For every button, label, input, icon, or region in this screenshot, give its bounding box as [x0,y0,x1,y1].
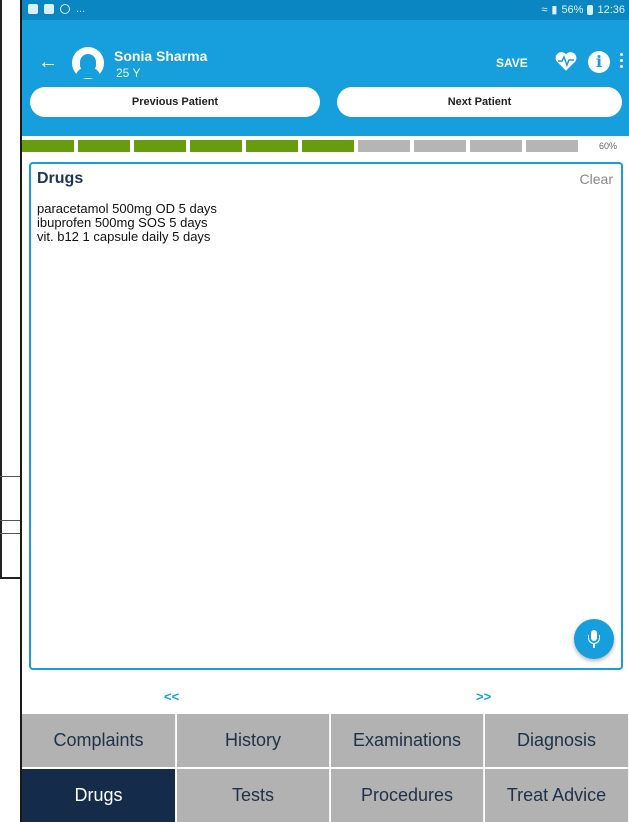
patient-name: Sonia Sharma [114,48,208,64]
save-button[interactable]: SAVE [496,56,528,70]
section-tabs: Complaints History Examinations Diagnosi… [22,714,629,822]
app-notification-icon [60,4,70,14]
frame-divider [0,476,20,477]
clear-button[interactable]: Clear [580,171,613,187]
frame-divider [0,520,20,521]
progress-segment [134,140,186,152]
progress-bar: 60% [22,140,629,152]
signal-icon: ▮ [551,4,558,16]
progress-segment [190,140,242,152]
status-left-icons: ... [28,3,85,15]
tab-tests[interactable]: Tests [177,769,330,822]
more-notifications-text: ... [76,3,86,15]
tab-procedures[interactable]: Procedures [331,769,484,822]
drug-line: paracetamol 500mg OD 5 days [37,201,217,216]
panel-title: Drugs [37,170,84,187]
tablet-screen: ... ≈ ▮ 56% 12:36 ← Sonia Sharma 25 Y SA… [20,0,629,822]
next-section-button[interactable]: >> [476,689,491,704]
status-bar: ... ≈ ▮ 56% 12:36 [22,0,629,20]
tab-complaints[interactable]: Complaints [22,714,176,767]
next-patient-button[interactable]: Next Patient [337,87,622,117]
drugs-panel: Drugs Clear paracetamol 500mg OD 5 days … [29,162,623,670]
progress-segment [526,140,578,152]
drug-line: vit. b12 1 capsule daily 5 days [37,229,211,244]
mic-icon-stem [593,644,595,648]
microphone-button[interactable] [574,619,614,659]
previous-section-button[interactable]: << [164,689,179,704]
status-right: ≈ ▮ 56% 12:36 [541,3,625,17]
mic-icon-arc [588,635,600,644]
progress-percent: 60% [598,141,617,151]
patient-avatar [72,47,104,79]
progress-segment [414,140,466,152]
back-arrow-icon[interactable]: ← [36,50,60,74]
progress-segment [78,140,130,152]
tab-history[interactable]: History [177,714,330,767]
tab-diagnosis[interactable]: Diagnosis [485,714,629,767]
clock: 12:36 [597,3,625,16]
image-notification-icon [28,4,38,14]
battery-icon [587,4,594,15]
battery-percent: 56% [561,3,584,16]
drug-line: ibuprofen 500mg SOS 5 days [37,215,208,230]
more-vert-icon[interactable] [620,53,624,71]
tab-treat-advice[interactable]: Treat Advice [485,769,629,822]
app-header: ← Sonia Sharma 25 Y SAVE i Previous Pati… [22,20,629,136]
drugs-text-area[interactable]: paracetamol 500mg OD 5 days ibuprofen 50… [37,202,597,622]
security-notification-icon [44,4,54,14]
patient-age: 25 Y [116,66,141,80]
tab-drugs[interactable]: Drugs [22,769,176,822]
frame-divider [0,533,20,534]
window-frame-edge [0,0,2,578]
progress-segment [22,140,74,152]
progress-segment [302,140,354,152]
wifi-icon: ≈ [541,3,548,16]
vitals-heart-icon[interactable] [554,50,578,72]
progress-segment [246,140,298,152]
avatar-shoulders-shape [76,68,100,78]
progress-segment [470,140,522,152]
tab-examinations[interactable]: Examinations [331,714,484,767]
info-icon[interactable]: i [588,51,610,73]
previous-patient-button[interactable]: Previous Patient [30,87,320,117]
window-frame-edge [0,577,22,579]
progress-segment [358,140,410,152]
